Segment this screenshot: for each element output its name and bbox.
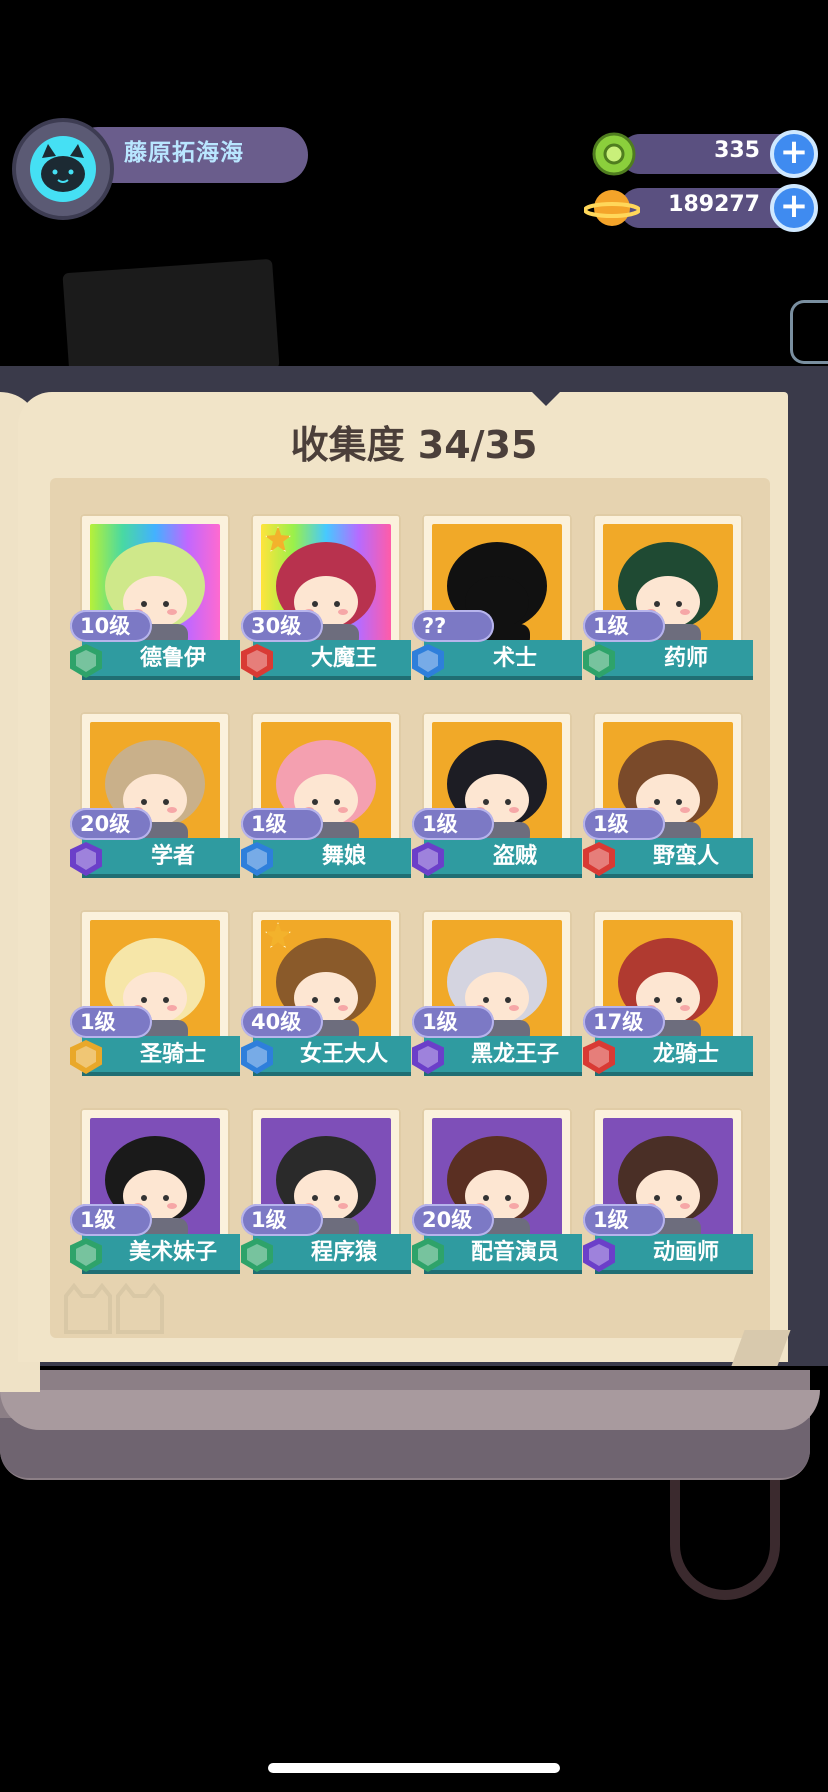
- character-card[interactable]: 盗贼 1级: [412, 712, 582, 884]
- character-name: 龙骑士: [595, 1036, 753, 1076]
- side-clip-handle[interactable]: [790, 300, 828, 364]
- character-level-badge: 1级: [412, 808, 494, 840]
- character-name: 学者: [82, 838, 240, 878]
- collection-title: 收集度 34/35: [290, 423, 538, 467]
- background-bucket: [670, 1480, 780, 1600]
- character-name: 圣骑士: [82, 1036, 240, 1076]
- character-name: 动画师: [595, 1234, 753, 1274]
- player-name: 藤原拓海海: [124, 140, 244, 166]
- character-name: 程序猿: [253, 1234, 411, 1274]
- page-notch: [532, 392, 560, 406]
- character-name: 黑龙王子: [424, 1036, 582, 1076]
- character-name: 术士: [424, 640, 582, 680]
- character-level-badge: 1级: [241, 1204, 323, 1236]
- character-level-badge: ??: [412, 610, 494, 642]
- character-name: 野蛮人: [595, 838, 753, 878]
- character-level-badge: 40级: [241, 1006, 323, 1038]
- character-card[interactable]: 野蛮人 1级: [583, 712, 753, 884]
- character-level-badge: 1级: [70, 1204, 152, 1236]
- character-card[interactable]: 龙骑士 17级: [583, 910, 753, 1082]
- character-card[interactable]: 学者 20级: [70, 712, 240, 884]
- character-level-badge: 17级: [583, 1006, 665, 1038]
- cat-face-icon: [30, 136, 96, 202]
- character-level-badge: 1级: [583, 610, 665, 642]
- add-coin-button[interactable]: +: [770, 184, 818, 232]
- coin-currency: 189277 +: [583, 184, 818, 232]
- character-level-badge: 20级: [412, 1204, 494, 1236]
- character-card[interactable]: 女王大人 40级: [241, 910, 411, 1082]
- player-profile[interactable]: 藤原拓海海: [10, 118, 308, 220]
- green-gem-coin-icon: [590, 130, 640, 178]
- add-gem-button[interactable]: +: [770, 130, 818, 178]
- character-card[interactable]: 圣骑士 1级: [70, 910, 240, 1082]
- character-level-badge: 1级: [70, 1006, 152, 1038]
- character-card[interactable]: 大魔王 30级: [241, 514, 411, 686]
- character-card[interactable]: 舞娘 1级: [241, 712, 411, 884]
- character-card[interactable]: 美术妹子 1级: [70, 1108, 240, 1280]
- character-card[interactable]: 德鲁伊 10级: [70, 514, 240, 686]
- character-card[interactable]: 术士??: [412, 514, 582, 686]
- character-name: 舞娘: [253, 838, 411, 878]
- gem-currency: 335 +: [590, 130, 818, 178]
- cat-watermark-icon: [60, 1282, 170, 1348]
- character-level-badge: 1级: [583, 808, 665, 840]
- character-card[interactable]: 动画师 1级: [583, 1108, 753, 1280]
- background-picture-frame: [62, 258, 280, 384]
- gold-planet-coin-icon: [583, 184, 641, 232]
- plus-icon: +: [779, 186, 809, 226]
- character-card[interactable]: 配音演员 20级: [412, 1108, 582, 1280]
- character-level-badge: 20级: [70, 808, 152, 840]
- coin-count: 189277: [668, 192, 760, 217]
- character-name: 美术妹子: [82, 1234, 240, 1274]
- book-page-edge: [0, 1390, 820, 1430]
- character-card[interactable]: 程序猿 1级: [241, 1108, 411, 1280]
- character-card[interactable]: 黑龙王子 1级: [412, 910, 582, 1082]
- character-level-badge: 30级: [241, 610, 323, 642]
- character-name: 盗贼: [424, 838, 582, 878]
- character-level-badge: 10级: [70, 610, 152, 642]
- character-level-badge: 1级: [412, 1006, 494, 1038]
- character-name: 女王大人: [253, 1036, 411, 1076]
- character-card[interactable]: 药师 1级: [583, 514, 753, 686]
- plus-icon: +: [779, 132, 809, 172]
- character-name: 德鲁伊: [82, 640, 240, 680]
- avatar-frame[interactable]: [12, 118, 114, 220]
- character-name: 大魔王: [253, 640, 411, 680]
- character-level-badge: 1级: [241, 808, 323, 840]
- character-name: 药师: [595, 640, 753, 680]
- character-name: 配音演员: [424, 1234, 582, 1274]
- gem-count: 335: [714, 138, 760, 163]
- home-indicator[interactable]: [268, 1763, 560, 1773]
- character-level-badge: 1级: [583, 1204, 665, 1236]
